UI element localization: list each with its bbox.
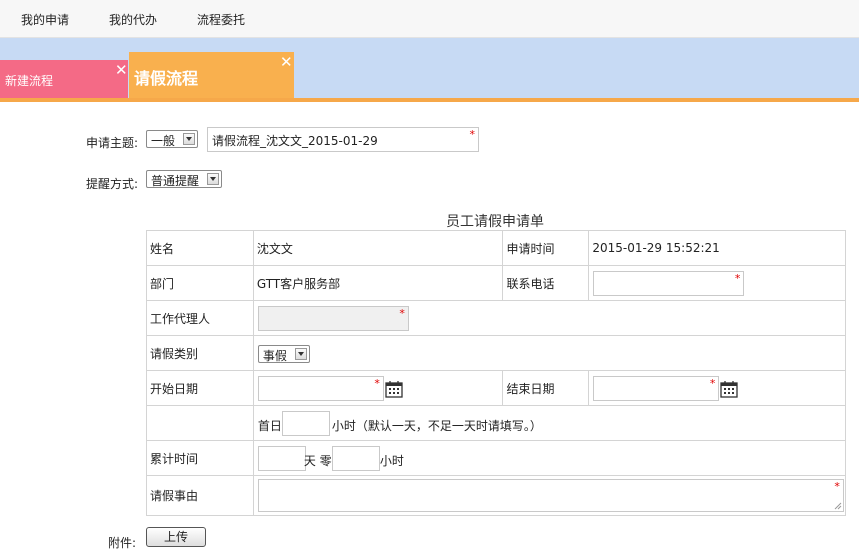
table-row: 请假类别 事假 xyxy=(146,335,847,371)
apply-time-value: 2015-01-29 15:52:21 xyxy=(588,230,846,266)
required-mark: * xyxy=(399,307,405,320)
table-row: 姓名 沈文文 申请时间 2015-01-29 15:52:21 xyxy=(146,230,846,266)
dept-value: GTT客户服务部 xyxy=(252,265,504,301)
leave-form-table: 姓名 沈文文 申请时间 2015-01-29 15:52:21 部门 GTT客户… xyxy=(146,230,847,516)
close-icon[interactable]: ✕ xyxy=(115,63,128,78)
name-label: 姓名 xyxy=(146,230,254,266)
required-mark: * xyxy=(374,377,380,390)
nav-my-applications[interactable]: 我的申请 xyxy=(21,11,69,28)
reason-label: 请假事由 xyxy=(146,475,254,516)
empty-cell xyxy=(146,405,254,441)
resize-handle-icon[interactable] xyxy=(834,502,842,510)
form-title: 员工请假申请单 xyxy=(446,214,544,230)
required-mark: * xyxy=(469,128,476,141)
tab-leave-process[interactable]: 请假流程 ✕ xyxy=(129,52,294,98)
tab-new-process[interactable]: 新建流程 ✕ xyxy=(0,60,128,98)
total-label: 累计时间 xyxy=(146,440,254,476)
nav-process-delegation[interactable]: 流程委托 xyxy=(197,11,245,28)
remind-value: 普通提醒 xyxy=(151,174,200,188)
name-value: 沈文文 xyxy=(252,230,504,266)
tab-new-process-label: 新建流程 xyxy=(5,74,54,88)
subject-value: 请假流程_沈文文_2015-01-29 xyxy=(212,134,378,148)
dept-label: 部门 xyxy=(146,265,254,301)
first-day-hint: 小时（默认一天，不足一天时请填写。） xyxy=(331,419,542,433)
reason-cell: * xyxy=(252,475,847,516)
phone-cell: * xyxy=(588,265,846,301)
reason-textarea[interactable]: * xyxy=(257,479,844,512)
hours-unit: 小时 xyxy=(379,454,404,468)
subject-input[interactable]: 请假流程_沈文文_2015-01-29 * xyxy=(207,127,479,152)
start-date-input[interactable]: * xyxy=(257,376,384,401)
chevron-down-icon xyxy=(294,348,307,360)
total-cell: 天 零 小时 xyxy=(252,440,847,476)
phone-input[interactable]: * xyxy=(593,271,745,296)
start-label: 开始日期 xyxy=(146,370,254,406)
total-days-input[interactable] xyxy=(257,446,306,471)
nav-my-todo[interactable]: 我的代办 xyxy=(109,11,157,28)
first-day-cell: 首日 小时（默认一天，不足一天时请填写。） xyxy=(252,405,847,441)
end-date-input[interactable]: * xyxy=(593,376,720,401)
subject-label: 申请主题: xyxy=(86,136,139,150)
days-unit: 天 零 xyxy=(303,454,332,468)
required-mark: * xyxy=(834,480,840,493)
table-row: 开始日期 * 结束日期 * xyxy=(146,370,846,406)
agent-input[interactable]: * xyxy=(257,306,409,331)
remind-label: 提醒方式: xyxy=(86,177,139,191)
chevron-down-icon xyxy=(183,133,195,145)
upload-button[interactable]: 上传 xyxy=(146,527,206,547)
agent-label: 工作代理人 xyxy=(146,300,254,336)
total-hours-input[interactable] xyxy=(331,446,380,471)
apply-time-label: 申请时间 xyxy=(502,230,590,266)
calendar-icon[interactable] xyxy=(720,380,738,398)
close-icon[interactable]: ✕ xyxy=(280,55,293,70)
end-label: 结束日期 xyxy=(502,370,590,406)
required-mark: * xyxy=(709,377,716,390)
end-cell: * xyxy=(588,370,846,406)
leave-type-select[interactable]: 事假 xyxy=(257,345,310,363)
chevron-down-icon xyxy=(207,173,219,185)
leave-type-value: 事假 xyxy=(262,349,287,363)
tab-underline xyxy=(0,98,859,102)
remind-select[interactable]: 普通提醒 xyxy=(146,170,222,188)
calendar-icon[interactable] xyxy=(385,380,403,398)
table-row: 请假事由 * xyxy=(146,475,847,516)
tab-leave-process-label: 请假流程 xyxy=(134,69,199,88)
table-row: 首日 小时（默认一天，不足一天时请填写。） xyxy=(146,405,847,441)
phone-label: 联系电话 xyxy=(502,265,590,301)
table-row: 累计时间 天 零 小时 xyxy=(146,440,847,476)
agent-cell: * xyxy=(252,300,847,336)
type-cell: 事假 xyxy=(252,335,847,371)
required-mark: * xyxy=(734,272,741,285)
priority-value: 一般 xyxy=(151,134,176,148)
first-day-label: 首日 xyxy=(257,419,282,433)
attachment-label: 附件: xyxy=(108,536,137,550)
table-row: 部门 GTT客户服务部 联系电话 * xyxy=(146,265,846,301)
start-cell: * xyxy=(252,370,504,406)
priority-select[interactable]: 一般 xyxy=(146,130,198,148)
first-day-hours-input[interactable] xyxy=(281,411,330,436)
top-navigation: 我的申请 我的代办 流程委托 xyxy=(0,0,859,38)
table-row: 工作代理人 * xyxy=(146,300,847,336)
type-label: 请假类别 xyxy=(146,335,254,371)
